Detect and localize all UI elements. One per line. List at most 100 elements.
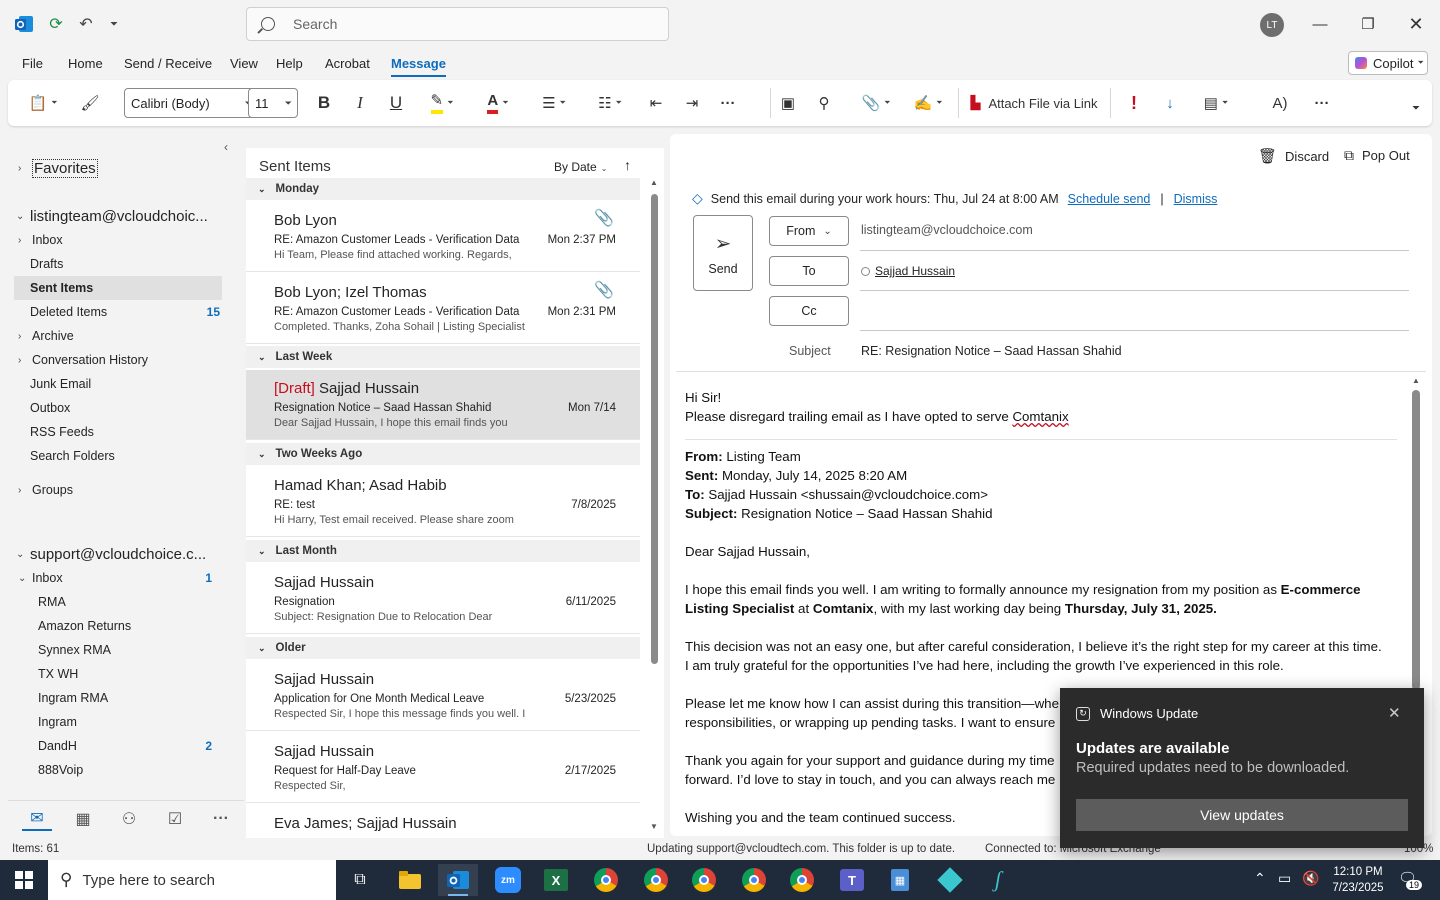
- bold-icon[interactable]: B: [312, 91, 336, 115]
- pop-out-button[interactable]: ⧉ Pop Out: [1344, 147, 1410, 164]
- excel-icon[interactable]: X: [536, 864, 576, 896]
- quick-access-dropdown-icon[interactable]: ⏷: [102, 12, 126, 36]
- folder-outbox[interactable]: Outbox: [30, 396, 260, 420]
- paste-icon[interactable]: 📋 ⏷: [22, 91, 64, 115]
- message-item[interactable]: Bob Lyon; Izel Thomas 📎 RE: Amazon Custo…: [246, 274, 640, 344]
- font-color-icon[interactable]: A ⏷: [476, 91, 520, 115]
- scroll-up-icon[interactable]: ▲: [650, 178, 658, 187]
- scroll-up-icon[interactable]: ▲: [1412, 376, 1420, 385]
- message-item[interactable]: Eva James; Sajjad Hussain: [246, 805, 640, 838]
- folder-inbox[interactable]: › Inbox: [18, 228, 248, 252]
- group-header[interactable]: ⌄ Last Week: [246, 346, 640, 368]
- folder-drafts[interactable]: Drafts: [30, 252, 260, 276]
- chrome-icon[interactable]: [636, 864, 676, 896]
- tab-home[interactable]: Home: [68, 56, 103, 71]
- volume-muted-icon[interactable]: 🔇: [1302, 870, 1319, 887]
- high-importance-icon[interactable]: !: [1122, 91, 1146, 115]
- message-item[interactable]: Sajjad Hussain Request for Half-Day Leav…: [246, 733, 640, 803]
- attach-file-via-link-button[interactable]: ▙ Attach File via Link: [966, 91, 1102, 115]
- underline-icon[interactable]: U: [384, 91, 408, 115]
- recipient-chip[interactable]: Sajjad Hussain: [875, 264, 955, 278]
- from-button[interactable]: From ⌄: [769, 216, 849, 246]
- dismiss-link[interactable]: Dismiss: [1174, 192, 1218, 206]
- folder-deleted-items[interactable]: Deleted Items 15: [30, 300, 260, 324]
- highlight-icon[interactable]: ✎ ⏷: [420, 91, 464, 115]
- check-names-icon[interactable]: ⚲: [812, 91, 836, 115]
- copilot-button[interactable]: Copilot ⏷: [1348, 51, 1428, 75]
- body-scrollbar[interactable]: ▲: [1410, 376, 1422, 696]
- calendar-icon[interactable]: ▦: [68, 807, 98, 831]
- sort-dropdown[interactable]: By Date ⌄: [554, 160, 607, 174]
- teams-icon[interactable]: T: [832, 864, 872, 896]
- folder-conversation-history[interactable]: › Conversation History: [18, 348, 248, 372]
- search-box[interactable]: Search: [246, 7, 669, 41]
- message-item[interactable]: Hamad Khan; Asad Habib RE: test 7/8/2025…: [246, 467, 640, 537]
- chevron-down-icon[interactable]: ⏷: [1406, 96, 1426, 120]
- sync-icon[interactable]: ⟳: [44, 12, 68, 36]
- address-book-icon[interactable]: ▣: [776, 91, 800, 115]
- sort-direction-icon[interactable]: ↑: [624, 157, 631, 173]
- signature-icon[interactable]: ✍ ⏷: [908, 91, 948, 115]
- group-header[interactable]: ⌄ Older: [246, 637, 640, 659]
- more-apps-icon[interactable]: ···: [206, 807, 236, 831]
- scrollbar-thumb[interactable]: [651, 194, 658, 664]
- chrome-icon[interactable]: [684, 864, 724, 896]
- more-options-icon[interactable]: ···: [1310, 91, 1334, 115]
- restore-icon[interactable]: ❐: [1356, 12, 1380, 36]
- folder-inbox-support[interactable]: ⌄ Inbox 1: [18, 566, 248, 590]
- attach-file-icon[interactable]: 📎 ⏷: [856, 91, 896, 115]
- windows-start-icon[interactable]: [4, 864, 44, 896]
- folder-junk-email[interactable]: Junk Email: [30, 372, 260, 396]
- close-icon[interactable]: ✕: [1388, 704, 1401, 722]
- account-listingteam[interactable]: ⌄ listingteam@vcloudchoic...: [16, 204, 246, 228]
- outlook-taskbar-icon[interactable]: [438, 864, 478, 896]
- chrome-icon[interactable]: [586, 864, 626, 896]
- bullets-icon[interactable]: ☰ ⏷: [532, 91, 576, 115]
- font-size-select[interactable]: 11 ⏷: [248, 88, 298, 118]
- tags-icon[interactable]: ▤ ⏷: [1196, 91, 1236, 115]
- message-item[interactable]: Bob Lyon 📎 RE: Amazon Customer Leads - V…: [246, 202, 640, 272]
- folder-sent-items[interactable]: Sent Items: [14, 276, 222, 300]
- network-icon[interactable]: ▭: [1278, 870, 1291, 887]
- numbering-icon[interactable]: ☷ ⏷: [588, 91, 632, 115]
- undo-icon[interactable]: ↶: [74, 12, 98, 36]
- folder-dandh[interactable]: DandH 2: [38, 734, 268, 758]
- discard-button[interactable]: 🗑 Discard: [1258, 147, 1329, 165]
- decrease-indent-icon[interactable]: ⇤: [644, 91, 668, 115]
- to-field[interactable]: Sajjad Hussain: [861, 264, 955, 278]
- tab-message[interactable]: Message: [391, 56, 446, 77]
- tab-send-receive[interactable]: Send / Receive: [124, 56, 212, 71]
- send-button[interactable]: ➢ Send: [693, 215, 753, 291]
- tab-help[interactable]: Help: [276, 56, 303, 71]
- tab-view[interactable]: View: [230, 56, 258, 71]
- format-painter-icon[interactable]: 🖌: [78, 91, 102, 115]
- calculator-icon[interactable]: ▦: [880, 864, 920, 896]
- collapse-pane-icon[interactable]: ‹: [224, 140, 228, 154]
- chrome-icon[interactable]: [734, 864, 774, 896]
- minimize-icon[interactable]: —: [1308, 12, 1332, 36]
- folder-ingram-rma[interactable]: Ingram RMA: [38, 686, 268, 710]
- font-name-select[interactable]: Calibri (Body)⏷: [124, 88, 258, 118]
- task-view-icon[interactable]: ⧉: [340, 864, 380, 896]
- folder-favorites[interactable]: › Favorites: [18, 156, 248, 180]
- tasks-icon[interactable]: ☑: [160, 807, 190, 831]
- tab-acrobat[interactable]: Acrobat: [325, 56, 370, 71]
- group-header[interactable]: ⌄ Two Weeks Ago: [246, 443, 640, 465]
- tab-file[interactable]: File: [22, 56, 43, 71]
- folder-archive[interactable]: › Archive: [18, 324, 248, 348]
- show-hidden-icons[interactable]: ⌃: [1254, 870, 1266, 887]
- mail-icon[interactable]: ✉: [22, 807, 52, 831]
- people-icon[interactable]: ⚇: [114, 807, 144, 831]
- italic-icon[interactable]: I: [348, 91, 372, 115]
- message-list-scrollbar[interactable]: ▲ ▼: [648, 178, 660, 832]
- folder-rma[interactable]: RMA: [38, 590, 268, 614]
- read-aloud-icon[interactable]: A): [1268, 91, 1292, 115]
- folder-888voip[interactable]: 888Voip: [38, 758, 268, 782]
- app-script-icon[interactable]: ʃ: [978, 864, 1018, 896]
- increase-indent-icon[interactable]: ⇥: [680, 91, 704, 115]
- to-button[interactable]: To: [769, 256, 849, 286]
- folder-ingram[interactable]: Ingram: [38, 710, 268, 734]
- group-header[interactable]: ⌄ Last Month: [246, 540, 640, 562]
- zoom-app-icon[interactable]: zm: [488, 864, 528, 896]
- folder-amazon-returns[interactable]: Amazon Returns: [38, 614, 268, 638]
